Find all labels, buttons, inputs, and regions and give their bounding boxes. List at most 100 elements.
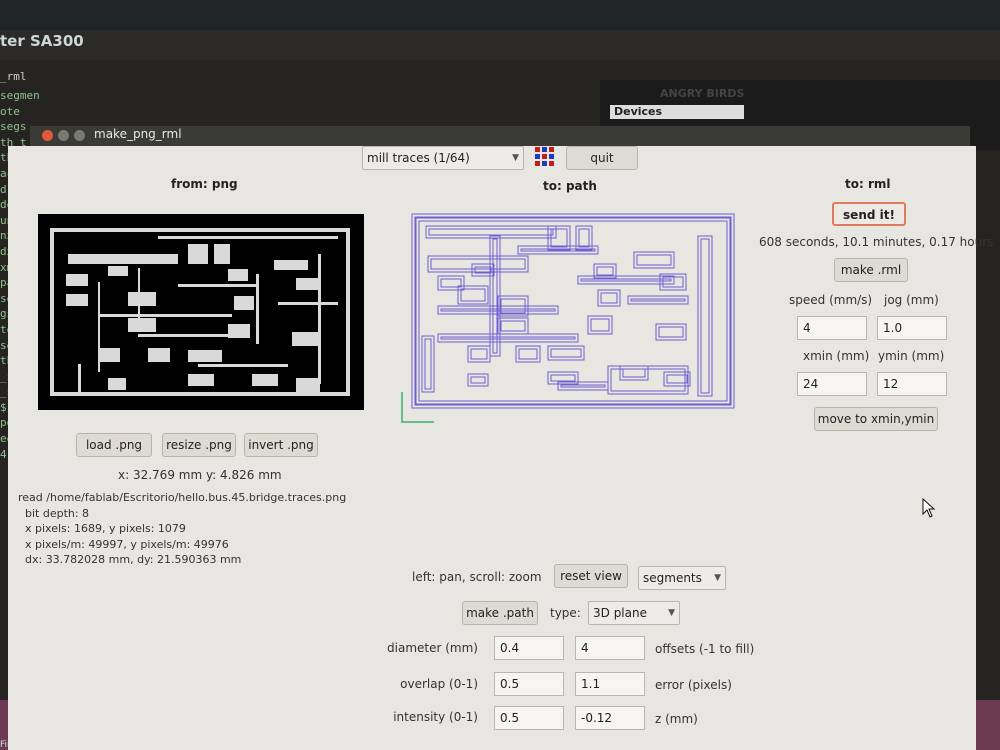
process-select-value: mill traces (1/64) [367, 151, 470, 165]
z-input[interactable]: -0.12 [575, 706, 645, 730]
jog-input[interactable]: 1.0 [877, 316, 947, 340]
type-label: type: [550, 606, 581, 620]
chevron-down-icon: ▼ [714, 573, 721, 583]
toolpath-segment [557, 381, 609, 391]
terminal-line: segments: 65, points: 1972 [0, 89, 40, 102]
toolpath-segment [497, 317, 529, 335]
window-title: make_png_rml [94, 127, 182, 141]
toolpath-segment [697, 235, 713, 397]
toolpath-segment [663, 371, 691, 387]
toolpath-segment [424, 338, 432, 390]
toolpath-segment [630, 298, 686, 302]
background-app-item: Devices [610, 105, 744, 119]
toolpath-segment [636, 254, 672, 266]
pcb-traces-image [50, 228, 350, 396]
png-info-line: x pixels/m: 49997, y pixels/m: 49976 [18, 537, 229, 551]
error-label: error (pixels) [655, 678, 732, 692]
cursor-coordinates: x: 32.769 mm y: 4.826 mm [118, 468, 282, 482]
overlap-input[interactable]: 0.5 [494, 672, 564, 696]
png-info-line: x pixels: 1689, y pixels: 1079 [18, 522, 186, 536]
toolpath-segment [600, 292, 618, 304]
toolpath-segment [658, 326, 684, 338]
rml-header: to: rml [845, 177, 891, 191]
invert-png-button[interactable]: invert .png [244, 433, 318, 457]
offsets-input[interactable]: 4 [575, 636, 645, 660]
make-rml-button[interactable]: make .rml [834, 258, 908, 282]
terminal-title: _rml [0, 70, 27, 83]
view-mode-value: segments [643, 571, 702, 585]
toolpath-segment [560, 384, 606, 388]
path-type-value: 3D plane [593, 606, 647, 620]
toolpath-traces [401, 213, 735, 423]
make-png-rml-window: mill traces (1/64) ▼ quit from: png to: … [8, 146, 993, 750]
ymin-label: ymin (mm) [878, 349, 945, 363]
ymin-input[interactable]: 12 [877, 372, 947, 396]
png-info-line: read /home/fablab/Escritorio/hello.bus.4… [18, 491, 347, 504]
quit-button[interactable]: quit [566, 146, 638, 170]
mouse-cursor-icon [922, 497, 936, 522]
toolpath-segment [619, 365, 649, 381]
toolpath-segment [440, 336, 576, 340]
toolpath-segment [421, 335, 435, 393]
toolpath-segment [622, 368, 646, 378]
monitor-brand: ter SA300 [0, 32, 84, 50]
png-info-line: bit depth: 8 [18, 506, 90, 520]
toolpath-segment [470, 348, 488, 360]
toolpath-preview[interactable] [398, 206, 740, 432]
process-select[interactable]: mill traces (1/64) ▼ [362, 146, 524, 170]
make-path-button[interactable]: make .path [462, 601, 538, 625]
move-to-origin-button[interactable]: move to xmin,ymin [814, 407, 938, 431]
origin-axes-icon [401, 392, 434, 423]
toolpath-segment [428, 228, 554, 236]
view-hint: left: pan, scroll: zoom [412, 570, 542, 584]
from-header: from: png [171, 177, 238, 191]
z-label: z (mm) [655, 712, 698, 726]
toolpath-segment [700, 238, 710, 394]
toolpath-segment [633, 251, 675, 269]
toolpath-segment [627, 295, 689, 305]
png-info: read /home/fablab/Escritorio/hello.bus.4… [18, 490, 346, 568]
resize-png-button[interactable]: resize .png [162, 433, 236, 457]
toolpath-segment [500, 320, 526, 332]
path-type-select[interactable]: 3D plane ▼ [588, 601, 680, 625]
toolpath-segment [460, 288, 486, 302]
intensity-input[interactable]: 0.5 [494, 706, 564, 730]
grid-icon[interactable] [534, 146, 556, 168]
toolpath-segment [596, 266, 614, 276]
view-mode-select[interactable]: segments ▼ [638, 566, 726, 590]
toolpath-segment [550, 348, 582, 358]
diameter-label: diameter (mm) [387, 641, 478, 655]
toolpath-segment [550, 374, 576, 382]
load-png-button[interactable]: load .png [76, 433, 152, 457]
chevron-down-icon: ▼ [512, 153, 519, 163]
xmin-label: xmin (mm) [803, 349, 870, 363]
maximize-button[interactable] [74, 130, 85, 141]
png-preview[interactable] [38, 214, 364, 410]
xmin-input[interactable]: 24 [797, 372, 867, 396]
toolpath-segment [666, 374, 688, 384]
time-estimate: 608 seconds, 10.1 minutes, 0.17 hours [759, 235, 994, 249]
reset-view-button[interactable]: reset view [554, 564, 628, 588]
jog-label: jog (mm) [884, 293, 939, 307]
chevron-down-icon: ▼ [668, 608, 675, 618]
toolpath-segment [580, 278, 672, 282]
monitor-bezel [0, 0, 1000, 30]
minimize-button[interactable] [58, 130, 69, 141]
toolpath-segment [470, 376, 486, 384]
toolpath-segment [437, 333, 579, 343]
intensity-label: intensity (0-1) [393, 710, 478, 724]
terminal-line: ote [0, 104, 20, 118]
toolpath-segment [547, 345, 585, 361]
speed-label: speed (mm/s) [789, 293, 873, 307]
speed-input[interactable]: 4 [797, 316, 867, 340]
path-header: to: path [543, 179, 597, 193]
close-button[interactable] [42, 130, 53, 141]
overlap-label: overlap (0-1) [400, 677, 478, 691]
diameter-input[interactable]: 0.4 [494, 636, 564, 660]
toolpath-segment [590, 318, 610, 332]
error-input[interactable]: 1.1 [575, 672, 645, 696]
send-it-button[interactable]: send it! [832, 202, 906, 226]
toolpath-segment [578, 228, 590, 248]
toolpath-segment [518, 348, 538, 360]
toolpath-segment [437, 275, 465, 291]
